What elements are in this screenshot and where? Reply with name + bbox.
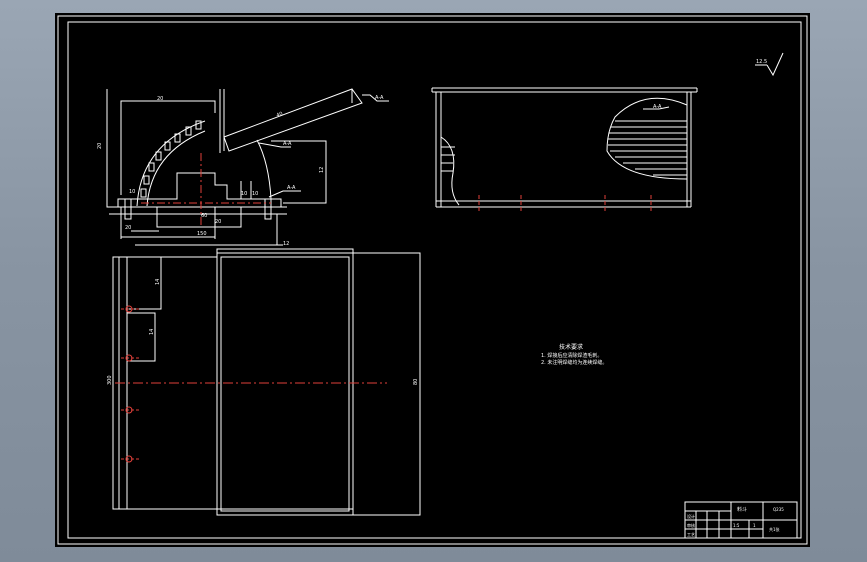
dim-20-left: 20 <box>97 143 103 149</box>
title-sheet: 共1张 <box>769 526 780 532</box>
dim-300: 300 <box>107 375 113 385</box>
dim-12: 12 <box>319 167 325 173</box>
leader-label-3: A-A <box>287 185 296 191</box>
dim-14a: 14 <box>155 279 161 285</box>
front-bolt-marks <box>478 195 652 213</box>
dim-14b: 14 <box>149 329 155 335</box>
dim-60: 60 <box>201 213 207 219</box>
title-row-review: 审核 <box>687 522 695 528</box>
dim-150: 150 <box>197 231 207 237</box>
notes-title: 技术要求 <box>559 343 583 351</box>
dim-20-top: 20 <box>157 96 163 102</box>
drawing-sheet: 12.5 20 20 40 12 10 10 10 20 60 20 150 1… <box>55 13 810 547</box>
dim-plan-right: 80 <box>413 379 419 385</box>
title-row-design: 设计 <box>687 513 695 519</box>
plan-holes <box>121 305 139 463</box>
side-section-view <box>106 88 389 246</box>
leader-label-1: A-A <box>375 95 384 101</box>
dim-20-low: 20 <box>215 219 221 225</box>
leader-label-2: A-A <box>283 141 292 147</box>
title-material: Q235 <box>773 507 784 512</box>
drawing-frame <box>57 15 808 545</box>
dim-10b: 10 <box>252 191 258 197</box>
dim-chute-40: 40 <box>276 111 284 119</box>
title-qty: 1 <box>753 523 756 528</box>
title-row-process: 工艺 <box>687 532 695 537</box>
notes-line-2: 2. 未注明焊缝均为连续焊缝。 <box>541 359 607 366</box>
dim-20-base: 20 <box>125 225 131 231</box>
dim-12b: 12 <box>283 241 289 247</box>
notes-line-1: 1. 焊接后应清除焊渣毛刺。 <box>541 352 602 359</box>
roughness-value: 12.5 <box>756 59 767 65</box>
plan-view <box>112 248 421 516</box>
leader-label-4: A-A <box>653 104 662 110</box>
title-scale: 1:5 <box>733 523 740 528</box>
dim-10a: 10 <box>241 191 247 197</box>
dim-right-10: 10 <box>129 189 135 195</box>
cad-drawing: 12.5 20 20 40 12 10 10 10 20 60 20 150 1… <box>57 15 808 545</box>
title-name: 料斗 <box>737 506 747 513</box>
